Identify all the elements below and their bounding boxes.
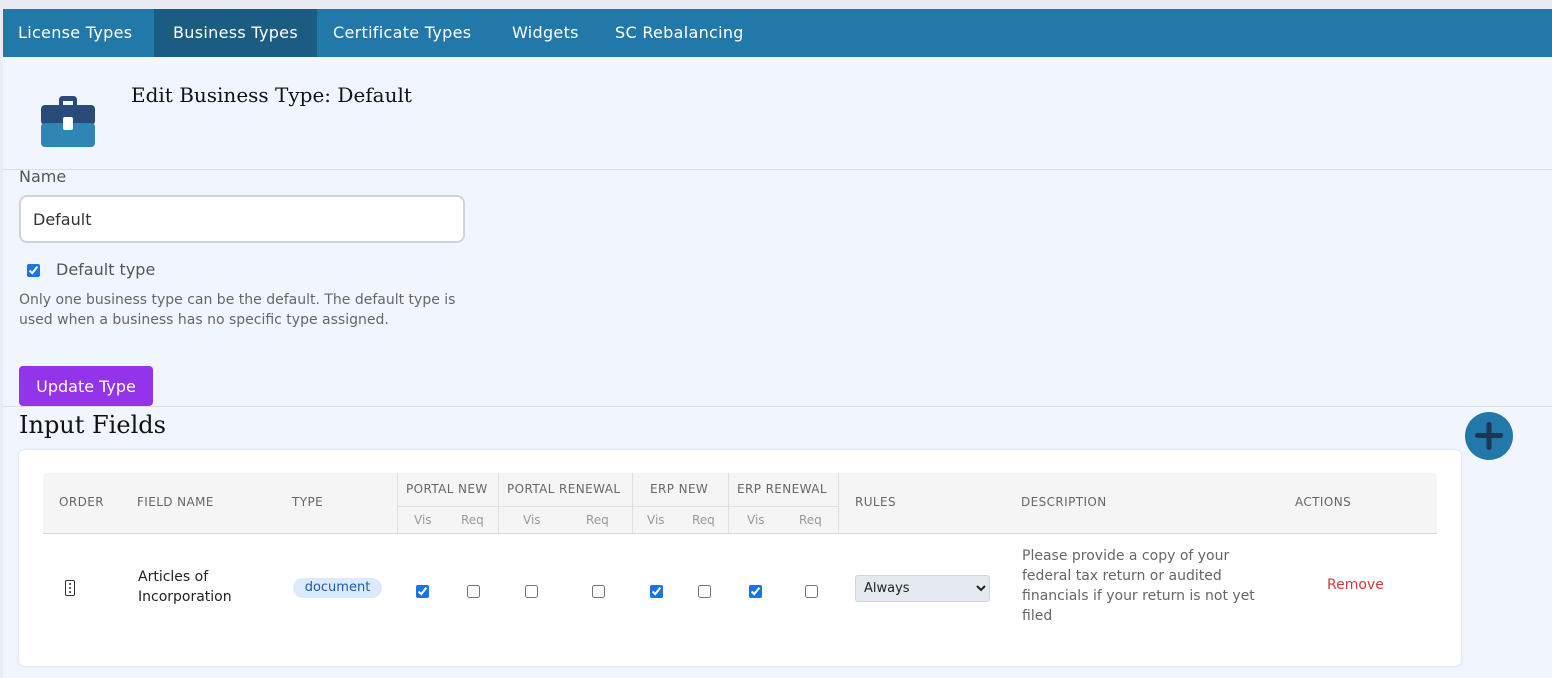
rules-select[interactable]: Always — [855, 575, 990, 602]
sub-erp-renewal-req: Req — [799, 513, 822, 527]
default-type-checkbox[interactable] — [27, 264, 40, 277]
briefcase-icon — [41, 96, 95, 147]
update-type-button[interactable]: Update Type — [19, 366, 153, 406]
remove-field-link[interactable]: Remove — [1327, 577, 1384, 593]
erp-renewal-req-checkbox[interactable] — [805, 585, 818, 598]
header-divider-line — [838, 473, 839, 533]
default-type-help-text: Only one business type can be the defaul… — [19, 292, 456, 328]
sub-portal-renewal-vis: Vis — [523, 513, 541, 527]
col-portal-new: PORTAL NEW — [406, 482, 488, 496]
portal-renewal-req-checkbox[interactable] — [592, 585, 605, 598]
col-field-name: FIELD NAME — [137, 495, 214, 509]
header-divider-line — [728, 473, 729, 533]
tab-business-types[interactable]: Business Types — [154, 9, 317, 57]
drag-handle-icon[interactable] — [65, 580, 75, 596]
sub-erp-new-req: Req — [692, 513, 715, 527]
name-input[interactable] — [19, 195, 465, 243]
sub-erp-renewal-vis: Vis — [747, 513, 765, 527]
header-divider-line — [397, 473, 398, 533]
col-order: ORDER — [59, 495, 104, 509]
input-fields-table: ORDER FIELD NAME TYPE PORTAL NEW PORTAL … — [19, 450, 1461, 666]
col-type: TYPE — [292, 495, 324, 509]
form-divider — [3, 406, 1552, 407]
field-name-cell: Articles of Incorporation — [138, 569, 232, 605]
tab-certificate-types[interactable]: Certificate Types — [333, 9, 471, 57]
tab-license-types[interactable]: License Types — [3, 9, 154, 57]
col-erp-new: ERP NEW — [650, 482, 709, 496]
portal-renewal-vis-checkbox[interactable] — [525, 585, 538, 598]
name-label: Name — [19, 167, 67, 186]
col-rules: RULES — [855, 495, 897, 509]
app-window: License Types Business Types Certificate… — [3, 9, 1552, 678]
portal-new-req-checkbox[interactable] — [467, 585, 480, 598]
erp-renewal-vis-checkbox[interactable] — [749, 585, 762, 598]
sub-portal-new-vis: Vis — [414, 513, 432, 527]
header-divider-line — [632, 473, 633, 533]
portal-new-vis-checkbox[interactable] — [416, 585, 429, 598]
header-divider-line — [397, 506, 838, 507]
erp-new-vis-checkbox[interactable] — [650, 585, 663, 598]
plus-icon — [1475, 422, 1503, 450]
sub-portal-new-req: Req — [461, 513, 484, 527]
sub-portal-renewal-req: Req — [586, 513, 609, 527]
input-fields-title: Input Fields — [19, 411, 166, 439]
default-type-label: Default type — [56, 260, 156, 279]
col-erp-renewal: ERP RENEWAL — [737, 482, 827, 496]
erp-new-req-checkbox[interactable] — [698, 585, 711, 598]
col-portal-renewal: PORTAL RENEWAL — [507, 482, 621, 496]
col-description: DESCRIPTION — [1021, 495, 1107, 509]
table-header: ORDER FIELD NAME TYPE PORTAL NEW PORTAL … — [43, 473, 1437, 534]
header-divider — [3, 169, 1552, 170]
description-cell: Please provide a copy of your federal ta… — [1022, 548, 1255, 624]
page-title: Edit Business Type: Default — [131, 83, 412, 107]
top-tabs: License Types Business Types Certificate… — [3, 9, 1552, 57]
tab-widgets[interactable]: Widgets — [512, 9, 579, 57]
col-actions: ACTIONS — [1295, 495, 1352, 509]
add-field-button[interactable] — [1465, 412, 1513, 460]
tab-sc-rebalancing[interactable]: SC Rebalancing — [615, 9, 744, 57]
sub-erp-new-vis: Vis — [647, 513, 665, 527]
type-badge: document — [293, 578, 382, 598]
header-divider-line — [498, 473, 499, 533]
